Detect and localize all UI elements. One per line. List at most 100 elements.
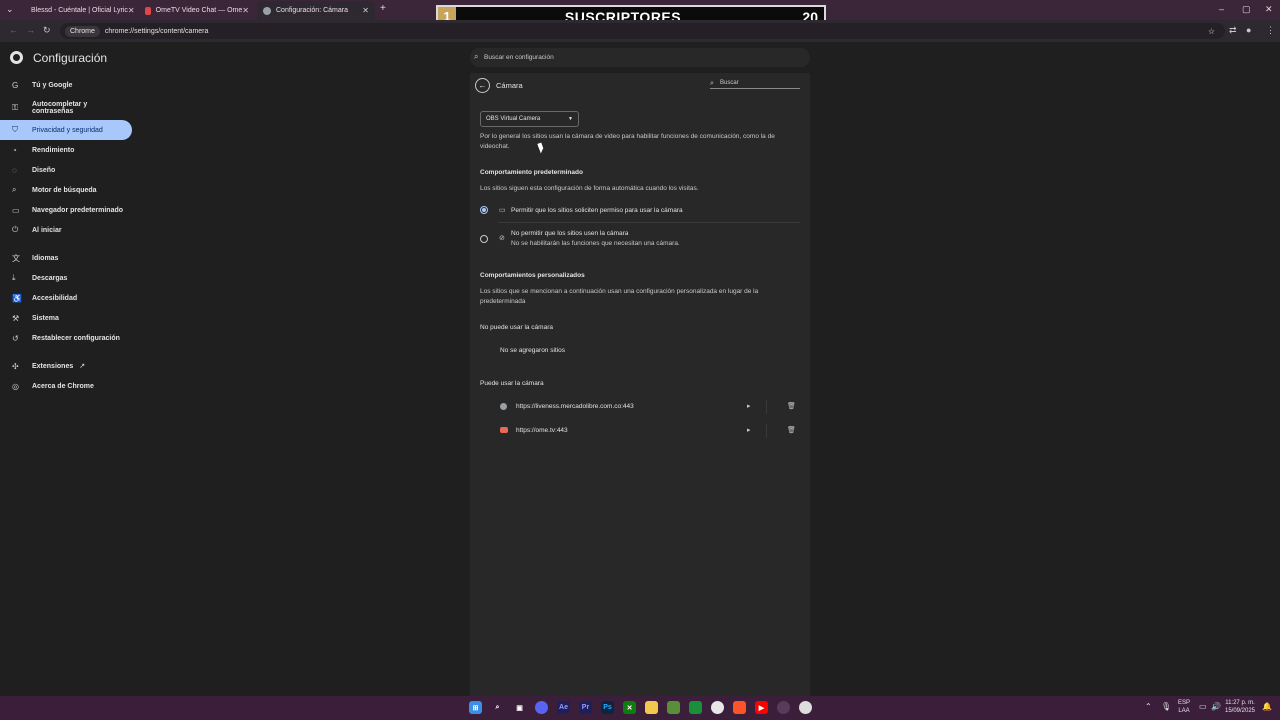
sidebar-item-label: Navegador predeterminado	[32, 206, 124, 214]
clock[interactable]: 11:27 p. m. 15/09/2025	[1222, 699, 1258, 715]
minimize-icon[interactable]: –	[1219, 4, 1224, 14]
game-icon[interactable]	[689, 701, 702, 714]
tab-label: Configuración: Cámara	[276, 7, 348, 14]
maximize-icon[interactable]: ▢	[1242, 4, 1251, 15]
sidebar-item-label: Accesibilidad	[32, 294, 78, 302]
back-button[interactable]: ←	[475, 78, 490, 93]
trash-icon[interactable]: 🗑	[787, 402, 796, 410]
search-placeholder: Buscar	[720, 80, 739, 86]
sidebar-item-label: Rendimiento	[32, 146, 75, 154]
blocked-heading: No puede usar la cámara	[480, 324, 553, 331]
sidebar-item-label: Sistema	[32, 314, 59, 322]
star-icon[interactable]: ☆	[1208, 27, 1215, 36]
camera-off-icon: ⊘	[499, 235, 505, 242]
language-indicator[interactable]: ESP LAA	[1176, 699, 1192, 715]
menu-icon[interactable]: ⋮	[1266, 25, 1275, 36]
chrome-icon[interactable]	[711, 701, 724, 714]
xbox-icon[interactable]: ✕	[623, 701, 636, 714]
back-arrow-icon: ←	[478, 81, 487, 90]
back-arrow-icon[interactable]: ←	[9, 25, 18, 35]
sidebar-item-search-engine[interactable]: ⌕ Motor de búsqueda	[0, 180, 140, 200]
custom-behaviors-heading: Comportamientos personalizados	[480, 272, 585, 279]
tab-search-icon[interactable]: ⌄	[6, 4, 14, 15]
task-view-icon[interactable]: ▣	[513, 701, 526, 714]
photoshop-icon[interactable]: Ps	[601, 701, 614, 714]
sidebar-item-label: Diseño	[32, 166, 56, 174]
sidebar-item-privacy[interactable]: ⛉ Privacidad y seguridad	[0, 120, 132, 140]
sidebar-item-on-startup[interactable]: ⏻ Al iniciar	[0, 220, 140, 240]
youtube-icon[interactable]: ▶	[755, 701, 768, 714]
sidebar-item-extensions[interactable]: ✣ Extensiones ↗	[0, 356, 140, 376]
notification-bell-icon[interactable]: 🔔	[1262, 702, 1272, 711]
windows-taskbar: ⊞ ⌕ ▣ Ae Pr Ps ✕ ▶ ⌃ 🎙 ESP LAA ▭ 🔊 11:27…	[0, 696, 1280, 720]
discord-icon[interactable]	[535, 701, 548, 714]
folder-icon[interactable]	[645, 701, 658, 714]
radio-allow[interactable]	[480, 206, 488, 214]
sidebar-item-downloads[interactable]: ⤓ Descargas	[0, 268, 140, 288]
reload-icon[interactable]: ↻	[43, 25, 51, 36]
microphone-icon[interactable]: 🎙	[1161, 702, 1171, 711]
profile-avatar[interactable]: ●	[1246, 25, 1251, 35]
tab-label: OmeTV Video Chat — Ome	[155, 7, 243, 14]
search-icon: ⌕	[474, 52, 479, 61]
camera-title: Cámara	[496, 81, 523, 90]
new-tab-icon[interactable]: +	[380, 3, 386, 14]
chevron-right-icon[interactable]: ▸	[747, 426, 751, 434]
globe-icon	[500, 403, 507, 410]
camera-device-select[interactable]: OBS Virtual Camera ▼	[480, 111, 579, 127]
tab-settings-camera[interactable]: Configuración: Cámara ✕	[257, 1, 375, 20]
keyboard-layout: LAA	[1178, 708, 1190, 714]
address-bar[interactable]: Chrome chrome://settings/content/camera …	[60, 23, 1225, 39]
premiere-icon[interactable]: Pr	[579, 701, 592, 714]
close-icon[interactable]: ✕	[128, 6, 135, 15]
sidebar-item-accessibility[interactable]: ♿ Accesibilidad	[0, 288, 140, 308]
sidebar-item-autofill[interactable]: ⚿ Autocompletar y contraseñas	[0, 95, 140, 120]
sidebar-item-languages[interactable]: 文 Idiomas	[0, 248, 140, 268]
close-icon[interactable]: ✕	[242, 6, 249, 15]
option-block-sublabel: No se habilitarán las funciones que nece…	[511, 240, 680, 247]
radio-block[interactable]	[480, 235, 488, 243]
volume-icon[interactable]: 🔊	[1211, 702, 1221, 711]
allowed-heading: Puede usar la cámara	[480, 380, 544, 387]
sidebar-item-appearance[interactable]: ◌ Diseño	[0, 160, 140, 180]
network-icon[interactable]: ▭	[1199, 702, 1207, 711]
search-icon[interactable]: ⌕	[491, 701, 504, 714]
allowed-site-row[interactable]: https://liveness.mercadolibre.com.co:443…	[500, 399, 796, 417]
google-icon: G	[12, 80, 19, 90]
sidebar-item-about-chrome[interactable]: ◎ Acerca de Chrome	[0, 376, 140, 396]
external-link-icon: ↗	[79, 363, 86, 370]
camera-search-input[interactable]: ⌕ Buscar	[710, 80, 800, 89]
tab-blessd[interactable]: Blessd - Cuéntale | Oficial Lyric ✕	[20, 1, 136, 20]
tab-ometv[interactable]: OmeTV Video Chat — Ome ✕	[139, 1, 255, 20]
sidebar-item-you-and-google[interactable]: G Tú y Google	[0, 75, 140, 95]
after-effects-icon[interactable]: Ae	[557, 701, 570, 714]
minecraft-icon[interactable]	[667, 701, 680, 714]
sidebar-item-reset[interactable]: ↺ Restablecer configuración	[0, 328, 140, 348]
site-url: https://ome.tv:443	[516, 427, 568, 434]
forward-arrow-icon[interactable]: →	[26, 25, 35, 35]
sidebar-item-label: Restablecer configuración	[32, 334, 120, 342]
page-title: Configuración	[33, 51, 108, 65]
sidebar-item-system[interactable]: ⚒ Sistema	[0, 308, 140, 328]
windows-start-icon[interactable]: ⊞	[469, 701, 482, 714]
camera-settings-card: ← Cámara ⌕ Buscar OBS Virtual Camera ▼ P…	[470, 73, 810, 696]
sidebar-item-label: Autocompletar y contraseñas	[32, 100, 88, 115]
sidebar-item-default-browser[interactable]: ▭ Navegador predeterminado	[0, 200, 140, 220]
settings-search-input[interactable]: ⌕ Buscar en configuración	[470, 48, 810, 67]
tab-menu-icon[interactable]: ⇄	[1229, 25, 1237, 36]
default-behavior-heading: Comportamiento predeterminado	[480, 169, 583, 176]
caret-down-icon: ▼	[568, 116, 573, 122]
tab-label: Blessd - Cuéntale | Oficial Lyric	[31, 7, 128, 14]
close-icon[interactable]: ✕	[362, 6, 369, 15]
obs-icon[interactable]	[799, 701, 812, 714]
allowed-site-row[interactable]: https://ome.tv:443 ▸ 🗑	[500, 423, 796, 441]
close-window-icon[interactable]: ✕	[1265, 4, 1273, 15]
blocked-empty-text: No se agregaron sitios	[500, 347, 566, 354]
brave-icon[interactable]	[733, 701, 746, 714]
chrome-active-icon[interactable]	[777, 701, 790, 714]
custom-behaviors-description: Los sitios que se mencionan a continuaci…	[480, 288, 759, 305]
sidebar-item-performance[interactable]: ◔ Rendimiento	[0, 140, 140, 160]
chevron-right-icon[interactable]: ▸	[747, 402, 751, 410]
chevron-up-icon[interactable]: ⌃	[1145, 702, 1152, 711]
trash-icon[interactable]: 🗑	[787, 426, 796, 434]
